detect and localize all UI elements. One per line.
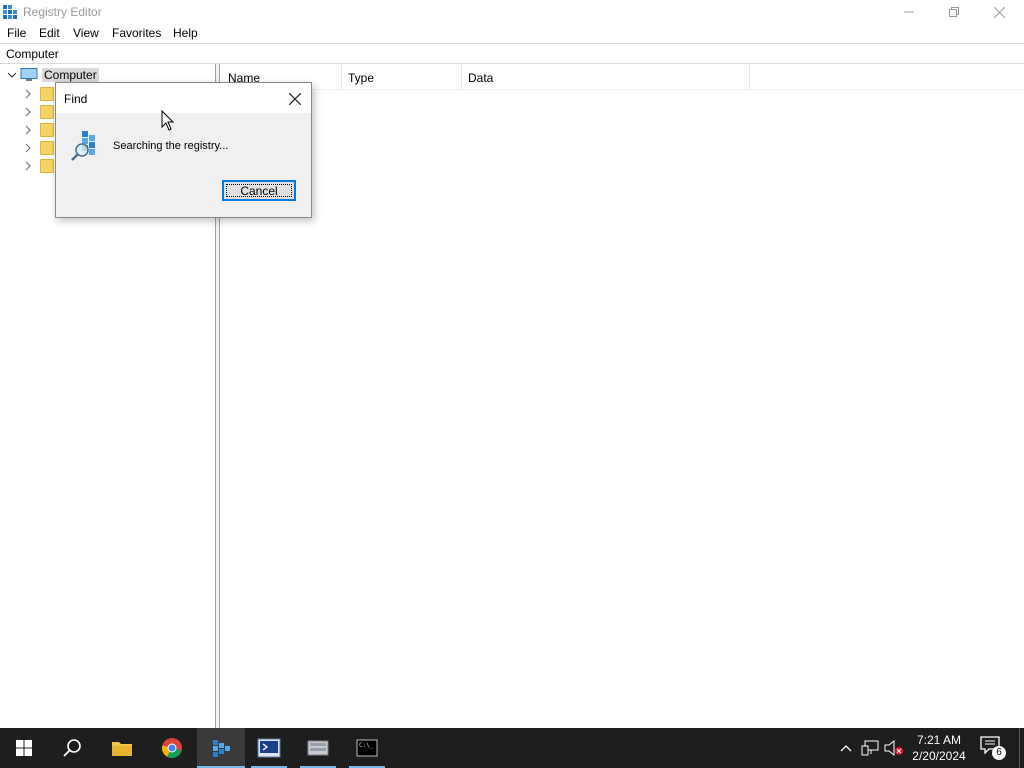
notification-count-badge: 6 (992, 746, 1006, 760)
clock[interactable]: 7:21 AM 2/20/2024 (908, 732, 970, 764)
search-status-text: Searching the registry... (113, 140, 229, 152)
close-icon (993, 6, 1005, 18)
column-header-data[interactable]: Data (468, 71, 493, 85)
chevron-right-icon[interactable] (22, 160, 34, 172)
restore-icon (949, 7, 959, 17)
taskbar-powershell[interactable] (245, 728, 293, 768)
tree-item[interactable] (22, 122, 54, 138)
server-manager-icon (307, 740, 329, 756)
taskbar-search-button[interactable] (48, 728, 96, 768)
menu-help[interactable]: Help (173, 26, 198, 40)
volume-tray-button[interactable] (884, 738, 904, 758)
chevron-right-icon[interactable] (22, 142, 34, 154)
file-explorer-icon (112, 742, 132, 756)
dialog-title: Find (64, 92, 88, 106)
column-divider[interactable] (341, 64, 342, 90)
tree-item[interactable] (22, 104, 54, 120)
regedit-icon (213, 740, 230, 757)
show-hidden-icons-button[interactable] (836, 738, 856, 758)
close-button[interactable] (976, 0, 1022, 24)
menu-view[interactable]: View (73, 26, 99, 40)
chevron-down-icon[interactable] (6, 69, 18, 81)
menu-file[interactable]: File (7, 26, 26, 40)
folder-icon (40, 87, 54, 101)
computer-icon (20, 68, 38, 81)
cancel-button[interactable]: Cancel (222, 180, 296, 201)
find-dialog: Find Searching the registry... Cancel (55, 82, 312, 218)
action-center-button[interactable]: 6 (980, 736, 1006, 760)
svg-text:C:\_: C:\_ (359, 742, 374, 749)
column-header-type[interactable]: Type (348, 71, 374, 85)
chevron-right-icon[interactable] (22, 88, 34, 100)
taskbar-regedit[interactable] (197, 728, 245, 768)
chrome-icon (161, 738, 182, 759)
network-icon (861, 740, 879, 756)
minimize-button[interactable] (886, 0, 932, 24)
network-tray-button[interactable] (860, 738, 880, 758)
taskbar-server-manager[interactable] (294, 728, 342, 768)
folder-icon (40, 159, 54, 173)
volume-muted-icon (884, 740, 903, 756)
tree-item[interactable] (22, 140, 54, 156)
minimize-icon (904, 11, 914, 13)
address-path: Computer (6, 47, 59, 61)
title-bar: Registry Editor (0, 0, 1024, 24)
window-title: Registry Editor (23, 5, 102, 19)
folder-icon (40, 105, 54, 119)
menu-bar: File Edit View Favorites Help (0, 24, 1024, 43)
start-button[interactable] (0, 728, 48, 768)
column-divider[interactable] (461, 64, 462, 90)
taskbar: C:\_ 7:21 AM 2/20/2024 6 (0, 728, 1024, 768)
value-list-pane[interactable]: Name Type Data (221, 64, 1024, 728)
dialog-close-button[interactable] (284, 88, 306, 110)
address-bar[interactable]: Computer (0, 43, 1024, 64)
menu-edit[interactable]: Edit (39, 26, 60, 40)
start-icon (16, 740, 32, 756)
taskbar-file-explorer[interactable] (98, 728, 146, 768)
folder-icon (40, 123, 54, 137)
show-desktop-button[interactable] (1019, 728, 1024, 768)
cmd-icon: C:\_ (356, 739, 378, 757)
powershell-icon (257, 738, 281, 758)
clock-date: 2/20/2024 (912, 749, 966, 763)
tree-item[interactable] (22, 158, 54, 174)
menu-favorites[interactable]: Favorites (112, 26, 161, 40)
tree-item-computer[interactable]: Computer (6, 67, 99, 83)
restore-button[interactable] (931, 0, 977, 24)
mouse-cursor-icon (161, 110, 175, 131)
chevron-right-icon[interactable] (22, 106, 34, 118)
chevron-up-icon (840, 745, 852, 752)
folder-icon (40, 141, 54, 155)
search-icon (63, 739, 81, 757)
column-divider[interactable] (749, 64, 750, 90)
tree-item[interactable] (22, 86, 54, 102)
regedit-icon (3, 5, 17, 19)
chevron-right-icon[interactable] (22, 124, 34, 136)
list-header: Name Type Data (221, 64, 1024, 90)
taskbar-cmd[interactable]: C:\_ (343, 728, 391, 768)
taskbar-chrome[interactable] (148, 728, 196, 768)
dialog-title-bar[interactable]: Find (56, 83, 311, 113)
registry-search-icon (71, 131, 95, 161)
close-icon (289, 93, 301, 105)
tree-root-label: Computer (42, 68, 99, 82)
clock-time: 7:21 AM (916, 733, 962, 747)
